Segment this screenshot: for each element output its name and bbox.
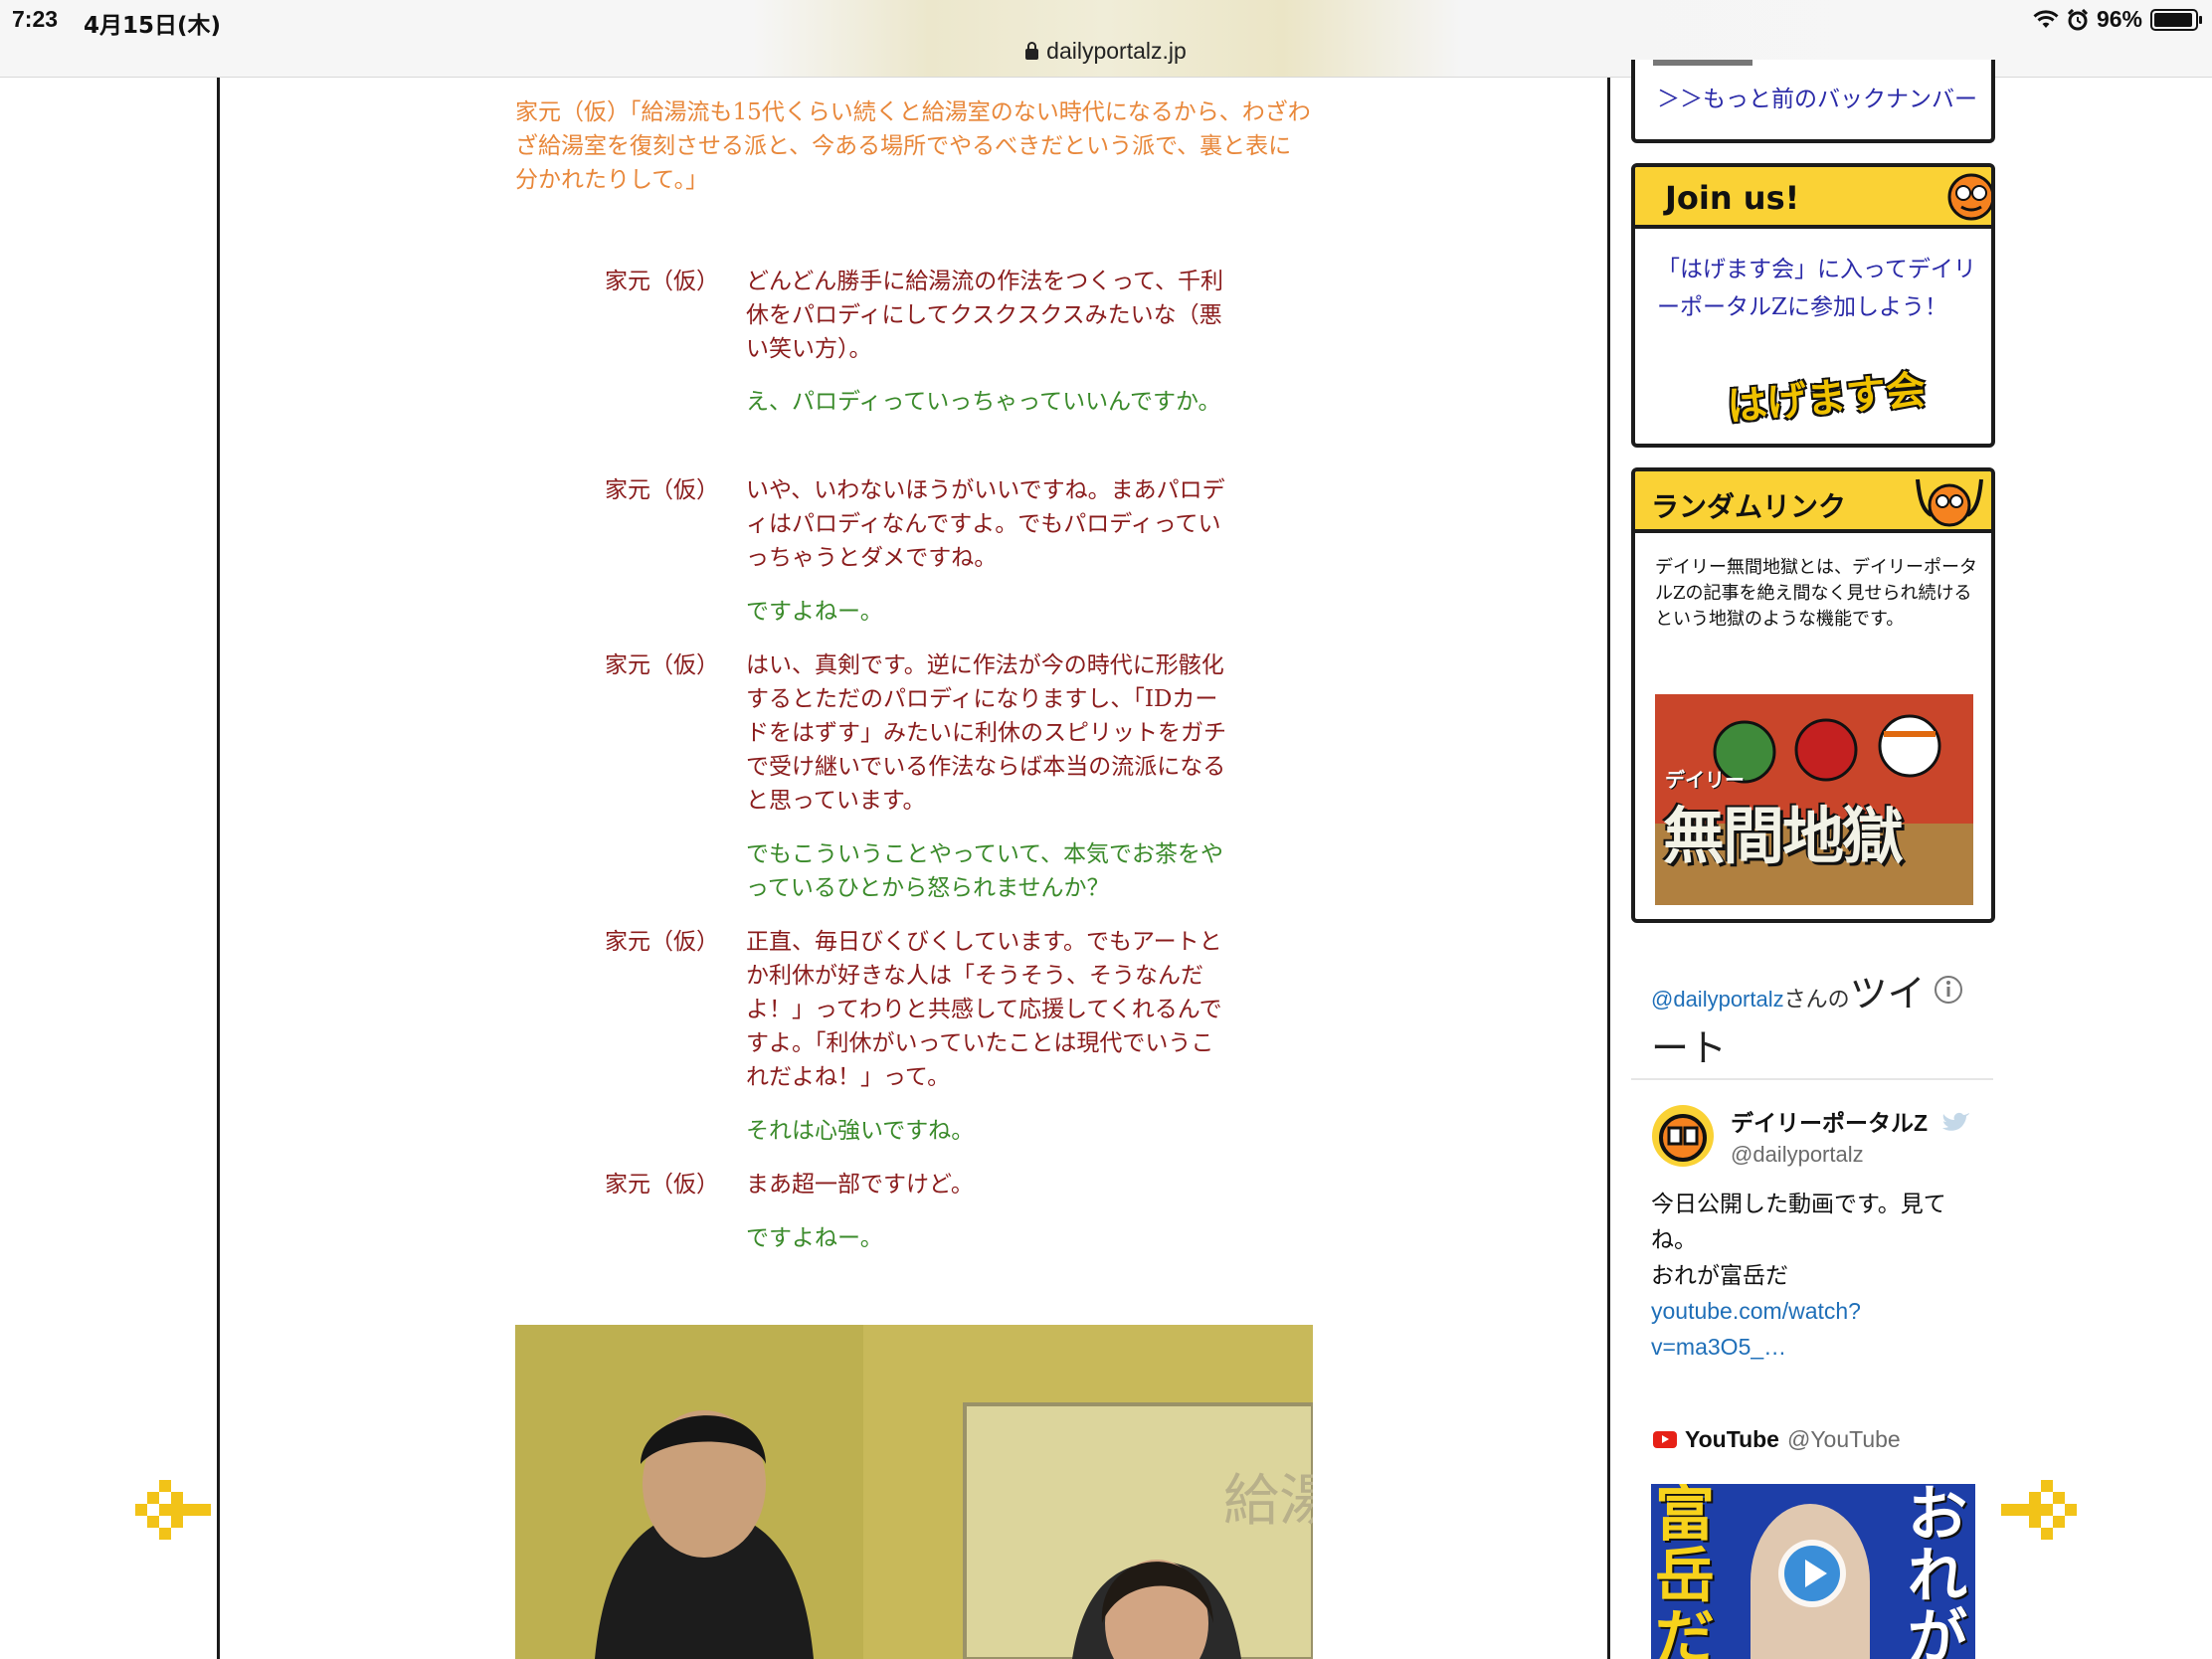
twitter-divider [1631,1078,1993,1080]
status-time: 7:23 [12,6,59,32]
youtube-logo-icon [1653,1431,1677,1448]
youtube-card-header[interactable]: YouTube @YouTube [1653,1426,1901,1453]
mascot-icon [1947,173,1991,221]
dialogue-line: それは心強いですね。 [746,1118,975,1144]
avatar[interactable] [1651,1104,1715,1168]
speaker-label: 家元（仮） [605,652,719,678]
twitter-widget-header: @dailyportalzさんのツイ ート [1651,963,1989,1072]
twitter-suffix: さんの [1783,987,1850,1012]
thumb-right-text: おれが [1908,1484,1967,1659]
alarm-icon [2067,8,2089,30]
twitter-bird-icon [1942,1112,1970,1131]
tweet-text: 今日公開した動画です。見てね。 おれが富岳だ youtube.com/watch… [1651,1186,1979,1365]
dialogue-line: 正直、毎日びくびくしています。でもアートとか利休が好きな人は「そうそう、そうなん… [746,929,1222,1090]
twitter-heading-2: ート [1651,1028,1728,1070]
page-border-right [1607,78,1610,1659]
previous-page-arrow-icon[interactable] [131,1480,211,1560]
tweet-account-name[interactable]: デイリーポータルZ [1731,1104,1971,1138]
video-thumbnail[interactable]: 富岳だ おれが [1651,1484,1975,1659]
join-title: Join us! [1665,179,1800,217]
random-header: ランダムリンク [1635,471,1991,533]
tweet-line: おれが富岳だ [1651,1262,1788,1288]
join-text[interactable]: 「はげます会」に入ってデイリーポータルZに参加しよう！ [1657,251,1985,326]
random-title: ランダムリンク [1651,490,1847,523]
random-text: デイリー無間地獄とは、デイリーポータルZの記事を絶え間なく見せられ続けるという地… [1655,557,1977,630]
tweet-line: 今日公開した動画です。見てね。 [1651,1191,1946,1252]
lock-icon [1025,42,1039,60]
battery-icon [2150,8,2202,31]
battery-fill [2154,12,2193,27]
speaker-label: 家元（仮） [605,1172,719,1198]
speaker-label: 家元（仮） [605,929,719,955]
thumb-left-text: 富岳だ [1655,1484,1715,1659]
article-photo: 給湯 [515,1325,1313,1659]
speaker-label: 家元（仮） [605,269,719,294]
account-name-text: デイリーポータルZ [1731,1110,1929,1136]
join-header: Join us! [1635,167,1991,229]
dialogue-line: ですよねー。 [746,1225,883,1251]
youtube-name: YouTube [1685,1426,1779,1452]
dialogue-line: でもこういうことやっていて、本気でお茶をやっているひとから怒られませんか？ [746,841,1224,901]
orange-paragraph: 家元（仮）「給湯流も15代くらい続くと給湯室のない時代になるから、わざわざ給湯室… [515,99,1311,193]
url-text: dailyportalz.jp [1046,38,1187,64]
speaker-label: 家元（仮） [605,477,719,503]
play-icon[interactable] [1776,1538,1848,1609]
photo-illustration: 給湯 [515,1325,1313,1659]
random-link-box: ランダムリンク デイリー無間地獄とは、デイリーポータルZの記事を絶え間なく見せら… [1631,467,1995,923]
next-page-arrow-icon[interactable] [2001,1480,2081,1560]
backnumber-link[interactable]: ＞＞もっと前のバックナンバー [1657,80,1977,113]
battery-percent: 96% [2096,6,2142,32]
dialogue-line: どんどん勝手に給湯流の作法をつくって、千利休をパロディにしてクスクスクスみたいな… [746,269,1224,362]
wifi-icon [2033,9,2059,28]
twitter-handle-link[interactable]: @dailyportalz [1651,987,1784,1012]
status-right: 96% [2033,6,2202,33]
tweet-link[interactable]: v=ma3O5_… [1651,1329,1979,1365]
thumb-edge [1653,60,1752,66]
whiteboard-text: 給湯 [1223,1469,1313,1534]
tweet-link[interactable]: youtube.com/watch? [1651,1293,1979,1329]
hagemasu-logo[interactable]: はげます会 [1725,357,1928,432]
youtube-handle: @YouTube [1786,1426,1901,1452]
mascot-icon [1916,478,1983,527]
muken-jigoku-banner[interactable]: デイリー 無間地獄 [1655,694,1973,905]
dialogue-line: はい、真剣です。逆に作法が今の時代に形骸化するとただのパロディになりますし、「I… [746,652,1226,814]
join-box: Join us! 「はげます会」に入ってデイリーポータルZに参加しよう！ はげま… [1631,163,1995,448]
page-border-left [217,78,220,1659]
dialogue-line: まあ超一部ですけど。 [746,1172,974,1198]
tweet-account-handle[interactable]: @dailyportalz [1731,1142,1864,1168]
twitter-heading-1: ツイ [1849,974,1926,1015]
dialogue-line: え、パロディっていっちゃっていいんですか。 [746,389,1221,415]
backnumber-box: ＞＞もっと前のバックナンバー [1631,60,1995,143]
dialogue-line: ですよねー。 [746,599,883,625]
banner-big-text: 無間地獄 [1663,800,1904,872]
info-icon[interactable] [1934,975,1963,1005]
dialogue-line: いや、いわないほうがいいですね。まあパロディはパロディなんですよ。でもパロディっ… [746,477,1225,571]
status-date: 4月15日(木) [84,13,222,39]
